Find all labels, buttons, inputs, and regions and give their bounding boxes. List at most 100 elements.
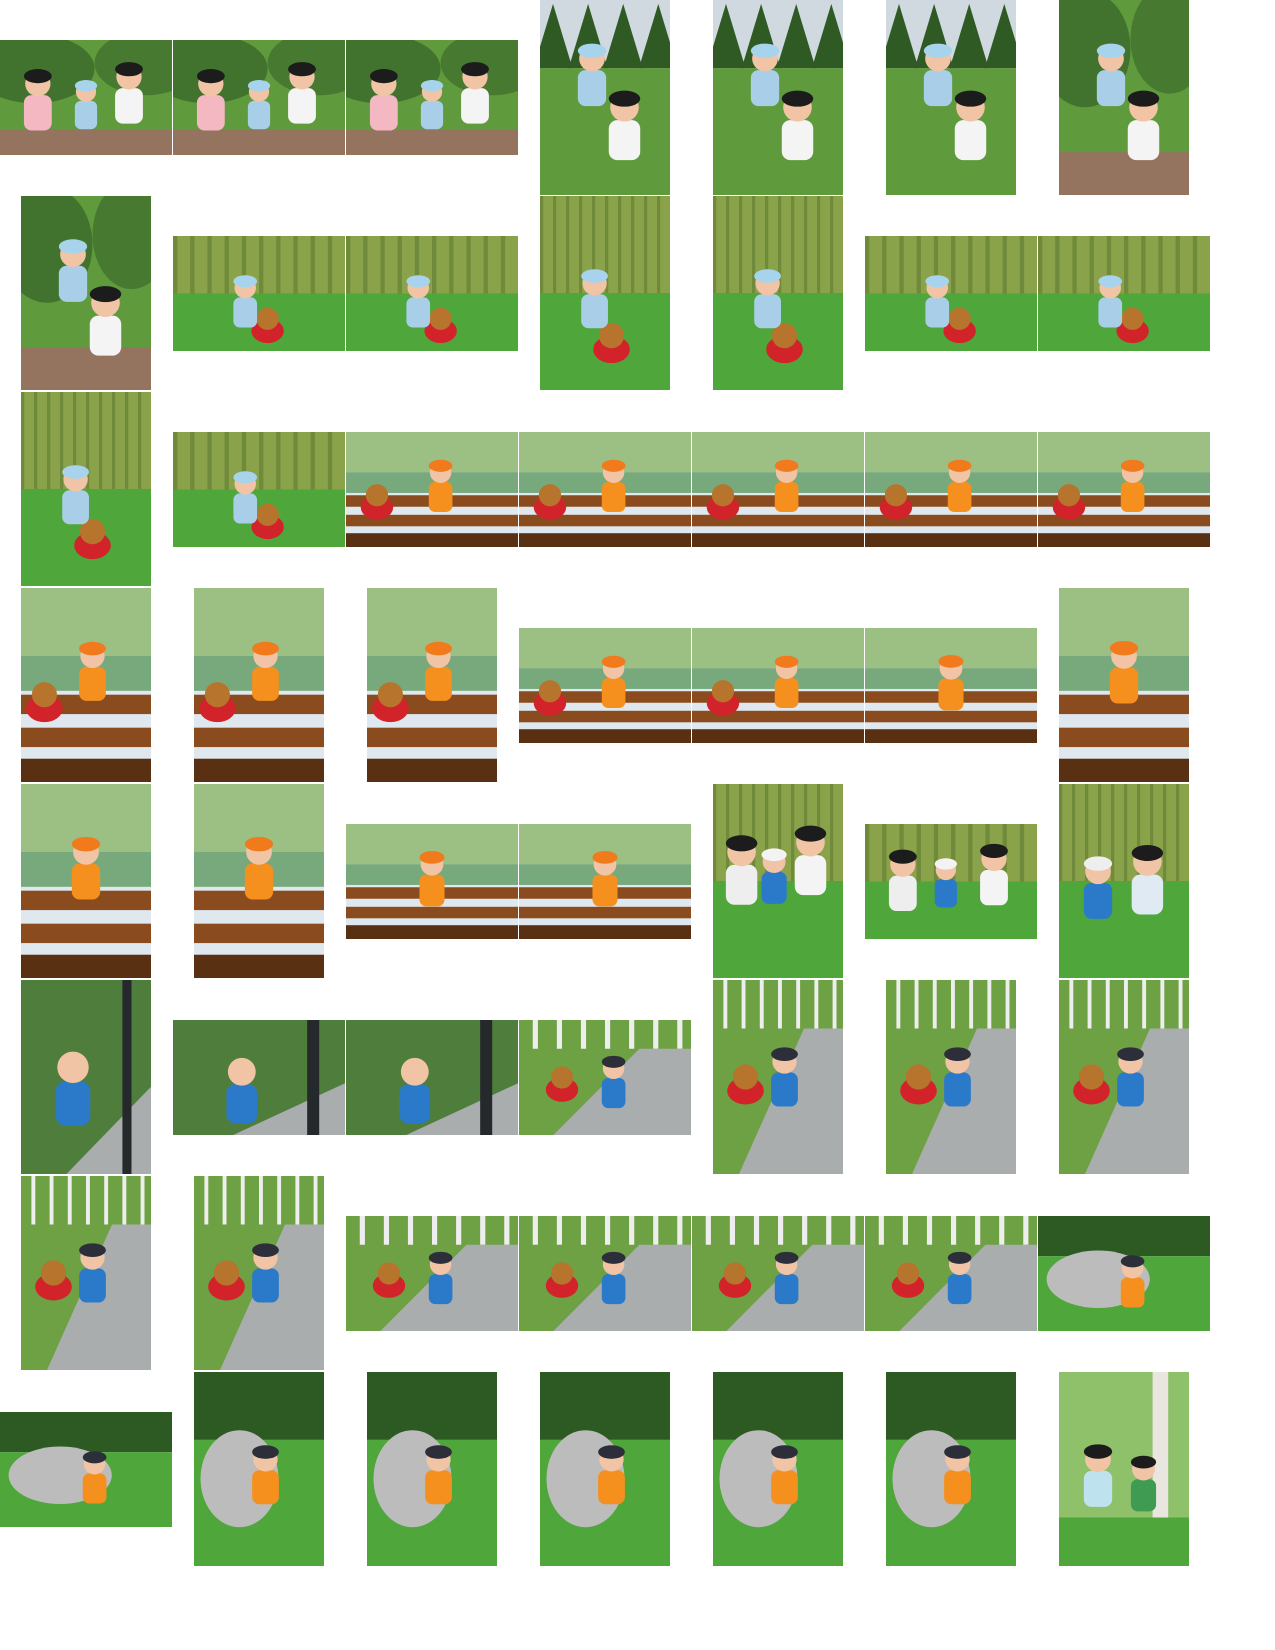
photo-thumbnail — [21, 1176, 151, 1370]
photo-image — [519, 628, 691, 743]
photo-image — [173, 40, 345, 155]
photo-thumbnail — [713, 980, 843, 1174]
photo-image — [21, 980, 151, 1174]
photo-thumbnail — [519, 1020, 691, 1135]
photo-thumbnail — [173, 1020, 345, 1135]
photo-image — [194, 1372, 324, 1566]
photo-image — [886, 980, 1016, 1174]
photo-image — [1059, 784, 1189, 978]
photo-image — [519, 432, 691, 547]
photo-thumbnail — [692, 628, 864, 743]
photo-thumbnail — [173, 432, 345, 547]
photo-thumbnail — [1059, 980, 1189, 1174]
photo-thumbnail — [692, 1216, 864, 1331]
photo-image — [21, 784, 151, 978]
photo-thumbnail — [346, 824, 518, 939]
photo-image — [865, 236, 1037, 351]
photo-thumbnail — [865, 1216, 1037, 1331]
photo-image — [194, 588, 324, 782]
photo-thumbnail — [1038, 1216, 1210, 1331]
photo-image — [713, 980, 843, 1174]
photo-image — [713, 784, 843, 978]
photo-thumbnail — [865, 824, 1037, 939]
photo-thumbnail — [519, 628, 691, 743]
photo-image — [1038, 236, 1210, 351]
photo-image — [1059, 0, 1189, 195]
photo-image — [21, 1176, 151, 1370]
photo-thumbnail — [173, 236, 345, 351]
photo-thumbnail — [1038, 236, 1210, 351]
photo-thumbnail — [1038, 432, 1210, 547]
photo-thumbnail — [21, 784, 151, 978]
photo-thumbnail — [346, 236, 518, 351]
photo-thumbnail — [713, 1372, 843, 1566]
photo-thumbnail — [21, 392, 151, 586]
photo-thumbnail — [540, 1372, 670, 1566]
photo-image — [540, 196, 670, 390]
photo-thumbnail — [346, 1216, 518, 1331]
photo-thumbnail — [194, 784, 324, 978]
photo-image — [519, 1020, 691, 1135]
photo-thumbnail — [194, 1372, 324, 1566]
photo-image — [0, 1412, 172, 1527]
photo-thumbnail — [1059, 0, 1189, 195]
photo-thumbnail — [713, 784, 843, 978]
photo-thumbnail — [21, 588, 151, 782]
photo-thumbnail — [865, 236, 1037, 351]
photo-image — [886, 0, 1016, 195]
photo-thumbnail — [540, 196, 670, 390]
photo-thumbnail — [713, 196, 843, 390]
photo-image — [519, 824, 691, 939]
photo-image — [1059, 588, 1189, 782]
photo-image — [21, 588, 151, 782]
photo-image — [346, 432, 518, 547]
photo-image — [346, 824, 518, 939]
photo-image — [173, 432, 345, 547]
photo-thumbnail — [886, 1372, 1016, 1566]
photo-thumbnail — [21, 196, 151, 390]
photo-thumbnail — [886, 0, 1016, 195]
photo-thumbnail — [346, 432, 518, 547]
photo-image — [21, 196, 151, 390]
photo-contact-sheet — [0, 0, 1275, 1650]
photo-thumbnail — [194, 588, 324, 782]
photo-image — [21, 392, 151, 586]
photo-thumbnail — [367, 588, 497, 782]
photo-thumbnail — [519, 824, 691, 939]
photo-thumbnail — [346, 40, 518, 155]
photo-thumbnail — [713, 0, 843, 195]
photo-thumbnail — [21, 980, 151, 1174]
photo-thumbnail — [173, 40, 345, 155]
photo-image — [0, 40, 172, 155]
photo-thumbnail — [367, 1372, 497, 1566]
photo-image — [194, 1176, 324, 1370]
photo-image — [540, 0, 670, 195]
photo-image — [519, 1216, 691, 1331]
photo-thumbnail — [519, 1216, 691, 1331]
photo-image — [865, 824, 1037, 939]
photo-image — [865, 628, 1037, 743]
photo-image — [540, 1372, 670, 1566]
photo-thumbnail — [540, 0, 670, 195]
photo-image — [865, 1216, 1037, 1331]
photo-image — [692, 432, 864, 547]
photo-image — [173, 236, 345, 351]
photo-image — [1059, 1372, 1189, 1566]
photo-thumbnail — [0, 40, 172, 155]
photo-thumbnail — [1059, 1372, 1189, 1566]
photo-image — [1038, 432, 1210, 547]
photo-thumbnail — [1059, 588, 1189, 782]
photo-image — [713, 1372, 843, 1566]
photo-thumbnail — [865, 432, 1037, 547]
photo-image — [865, 432, 1037, 547]
photo-image — [173, 1020, 345, 1135]
photo-thumbnail — [865, 628, 1037, 743]
photo-thumbnail — [886, 980, 1016, 1174]
photo-image — [713, 196, 843, 390]
photo-image — [194, 784, 324, 978]
photo-image — [346, 1216, 518, 1331]
photo-image — [346, 236, 518, 351]
photo-thumbnail — [519, 432, 691, 547]
photo-image — [367, 1372, 497, 1566]
photo-thumbnail — [0, 1412, 172, 1527]
